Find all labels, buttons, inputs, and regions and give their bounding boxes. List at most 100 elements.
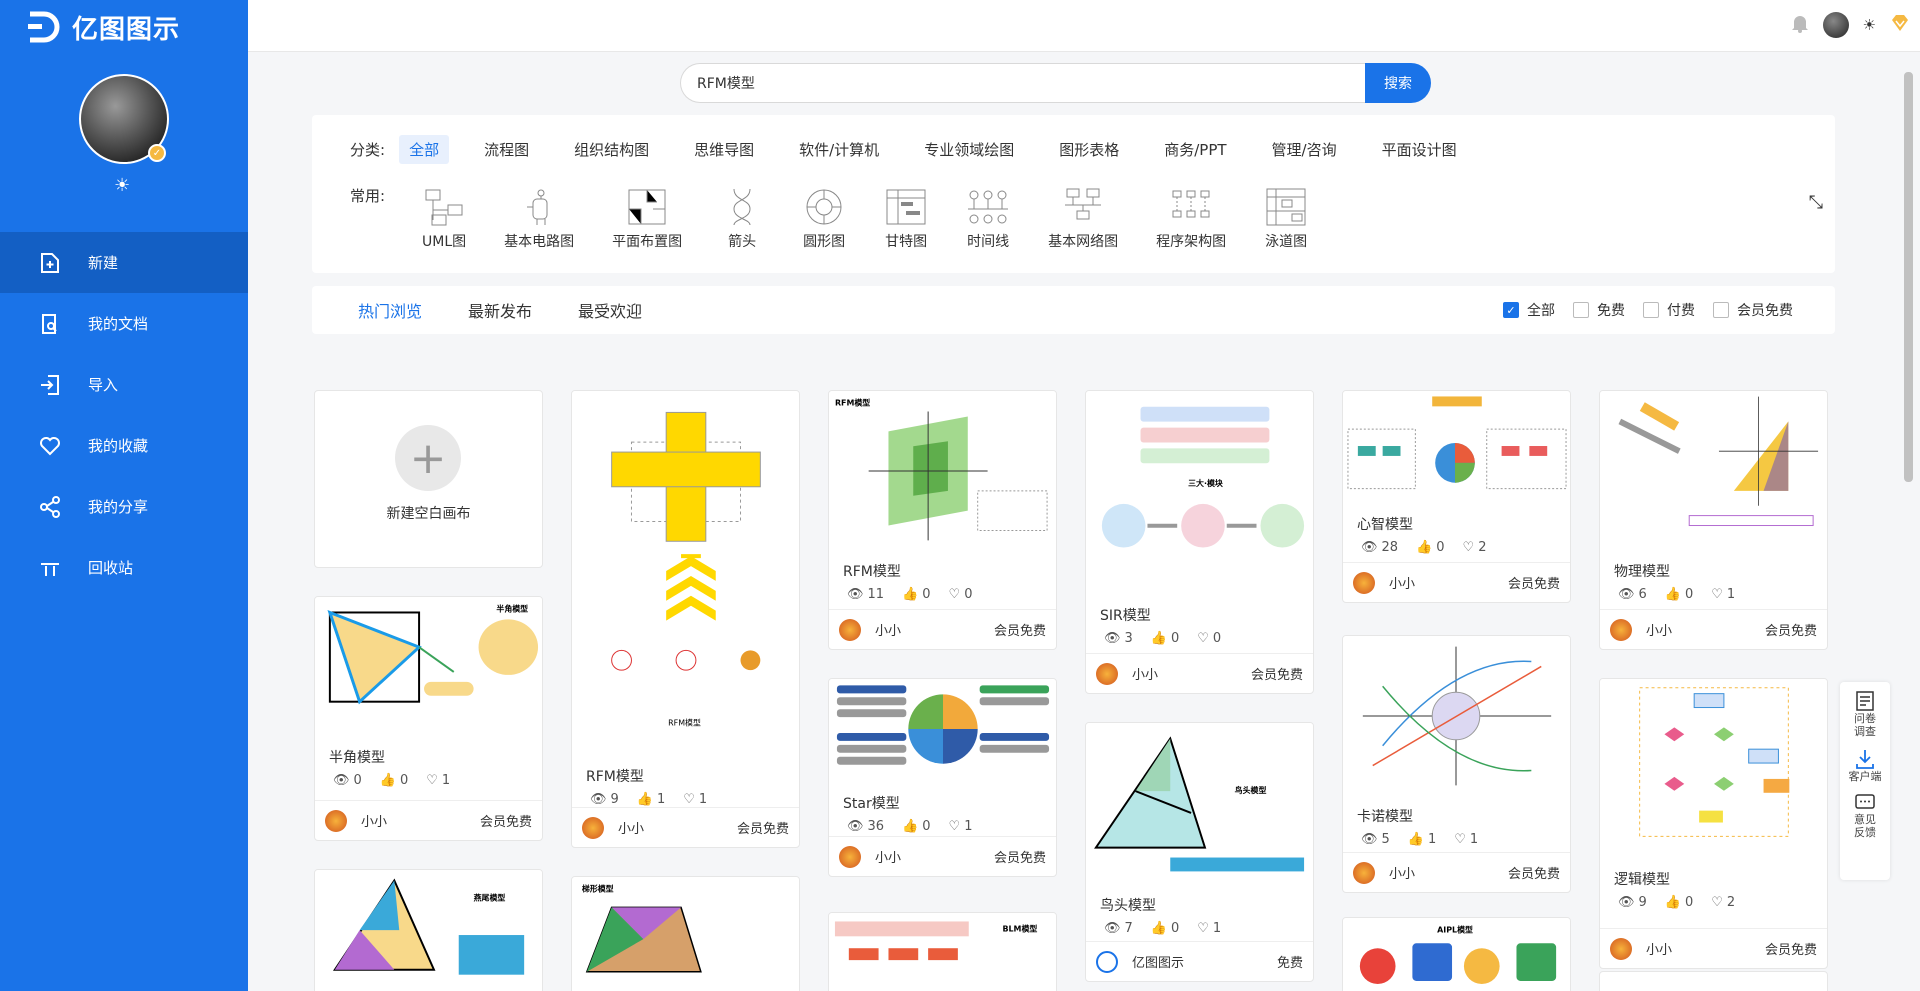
heart-outline-icon: ♡: [1711, 895, 1723, 910]
sidebar-item-label: 我的文档: [88, 315, 149, 333]
template-card[interactable]: 梯形模型: [571, 876, 800, 991]
template-thumbnail: 梯形模型: [572, 877, 799, 991]
common-gantt[interactable]: 甘特图: [884, 187, 928, 251]
common-circuit[interactable]: 基本电路图: [504, 187, 574, 251]
trash-icon: [38, 556, 62, 580]
category-all[interactable]: 全部: [399, 135, 450, 164]
sidebar-item-trash[interactable]: 回收站: [0, 537, 248, 598]
template-card[interactable]: BLM模型: [828, 912, 1057, 991]
category-graphic-table[interactable]: 图形表格: [1049, 135, 1129, 164]
template-card[interactable]: 物理模型 👁 6 👍 0 ♡ 1 小小 会员免费: [1599, 390, 1828, 650]
common-arrow[interactable]: 箭头: [720, 187, 764, 251]
template-card[interactable]: 卡诺模型 👁 5 👍 1 ♡ 1 小小 会员免费: [1342, 635, 1571, 893]
card-footer: 小小 会员免费: [1343, 562, 1570, 602]
vip-diamond-icon[interactable]: [1890, 14, 1910, 36]
sidebar-item-import[interactable]: 导入: [0, 354, 248, 415]
survey-icon: [1856, 691, 1874, 711]
search-input[interactable]: [680, 63, 1365, 103]
common-timeline[interactable]: 时间线: [966, 187, 1010, 251]
price-tag: 会员免费: [1764, 943, 1817, 958]
common-name: 平面布置图: [612, 234, 683, 250]
checkbox[interactable]: [1713, 302, 1729, 318]
sidebar: 亿图图示 ✓ ☀ 新建 我的文档 导入 我的收藏 我的分享 回收站: [0, 0, 248, 991]
sidebar-item-new[interactable]: 新建: [0, 232, 248, 293]
template-card[interactable]: AIPL模型: [1342, 917, 1571, 991]
category-mind-map[interactable]: 思维导图: [684, 135, 764, 164]
share-icon: [38, 495, 62, 519]
category-management[interactable]: 管理/咨询: [1262, 135, 1347, 164]
common-name: 箭头: [728, 234, 757, 250]
circle-diagram-icon: [806, 189, 842, 225]
template-card[interactable]: 半角模型 半角模型 👁 0 👍 0 ♡ 1 小小 会员免费: [314, 596, 543, 841]
template-card[interactable]: 鸟头模型 鸟头模型 👁 7 👍 0 ♡ 1 亿图图示 免费: [1085, 722, 1314, 982]
template-card[interactable]: 燕尾模型: [314, 869, 543, 991]
filter-free[interactable]: 免费: [1573, 300, 1625, 320]
template-thumbnail: 燕尾模型: [315, 870, 542, 991]
author-name: 小小: [1389, 577, 1416, 592]
template-card[interactable]: Star模型 👁 36 👍 0 ♡ 1 小小 会员免费: [828, 678, 1057, 877]
sun-icon[interactable]: ☀: [114, 175, 130, 196]
price-tag: 会员免费: [1250, 668, 1303, 683]
sidebar-item-share[interactable]: 我的分享: [0, 476, 248, 537]
download-icon: [1856, 750, 1874, 769]
common-uml[interactable]: UML图: [422, 187, 466, 251]
heart-outline-icon: ♡: [948, 819, 961, 834]
template-card[interactable]: 逻辑模型 👁 9 👍 0 ♡ 2 小小 会员免费: [1599, 678, 1828, 969]
survey-button[interactable]: 问卷调查: [1852, 690, 1878, 738]
template-card[interactable]: 三大·模块 SIR模型 👁 3 👍 0 ♡ 0 小小 会员免费: [1085, 390, 1314, 694]
search-button[interactable]: 搜索: [1365, 63, 1431, 103]
thumb-up-icon: 👍: [1664, 895, 1681, 910]
new-blank-canvas-card[interactable]: + 新建空白画布: [314, 390, 543, 568]
sun-icon[interactable]: ☀: [1863, 16, 1876, 34]
template-card[interactable]: 心智模型 👁 28 👍 0 ♡ 2 小小 会员免费: [1342, 390, 1571, 603]
bell-icon[interactable]: [1791, 13, 1809, 37]
thumb-title: 三大·模块: [1188, 478, 1223, 488]
checkbox[interactable]: [1643, 302, 1659, 318]
view-count: 👁 5: [1361, 832, 1390, 847]
common-swimlane[interactable]: 泳道图: [1264, 187, 1308, 251]
author-name: 小小: [1132, 668, 1159, 683]
checkbox[interactable]: [1573, 302, 1589, 318]
app-logo[interactable]: 亿图图示: [26, 8, 180, 46]
common-circle[interactable]: 圆形图: [802, 187, 846, 251]
thumb-title: 梯形模型: [582, 883, 614, 893]
tab-popular[interactable]: 最受欢迎: [578, 298, 642, 322]
common-floorplan[interactable]: 平面布置图: [612, 187, 682, 251]
filter-member-free[interactable]: 会员免费: [1713, 300, 1793, 320]
expand-icon[interactable]: ⤡: [1809, 192, 1823, 213]
tab-hot[interactable]: 热门浏览: [358, 298, 422, 322]
author-name: 小小: [875, 851, 902, 866]
filter-all[interactable]: ✓ 全部: [1503, 300, 1555, 320]
common-label: 常用:: [350, 187, 386, 205]
filter-paid[interactable]: 付费: [1643, 300, 1695, 320]
feedback-button[interactable]: 意见反馈: [1852, 793, 1878, 839]
scrollbar-thumb[interactable]: [1904, 72, 1913, 482]
author-avatar: [1353, 861, 1375, 884]
template-card[interactable]: [1599, 971, 1828, 991]
common-program-architecture[interactable]: 程序架构图: [1156, 187, 1226, 251]
sidebar-item-favorites[interactable]: 我的收藏: [0, 415, 248, 476]
category-graphic-design[interactable]: 平面设计图: [1372, 135, 1467, 164]
page-scrollbar[interactable]: [1902, 60, 1914, 991]
thumb-up-icon: 👍: [1150, 921, 1167, 936]
author-avatar: [1610, 618, 1632, 641]
template-card[interactable]: RFM模型 RFM模型 👁 11 👍 0 ♡ 0 小小 会员免费: [828, 390, 1057, 650]
sidebar-item-documents[interactable]: 我的文档: [0, 293, 248, 354]
circuit-icon: [527, 189, 548, 225]
category-business-ppt[interactable]: 商务/PPT: [1154, 135, 1236, 164]
author-avatar: [1353, 571, 1375, 594]
price-filters: ✓ 全部 免费 付费 会员免费: [1503, 300, 1793, 320]
common-network[interactable]: 基本网络图: [1048, 187, 1118, 251]
top-avatar[interactable]: [1822, 12, 1849, 38]
thumb-up-icon: 👍: [1407, 832, 1424, 847]
category-org-chart[interactable]: 组织结构图: [564, 135, 659, 164]
category-professional[interactable]: 专业领域绘图: [914, 135, 1024, 164]
category-flowchart[interactable]: 流程图: [474, 135, 539, 164]
category-software[interactable]: 软件/计算机: [789, 135, 889, 164]
tab-latest[interactable]: 最新发布: [468, 298, 532, 322]
template-thumbnail: [1600, 391, 1827, 551]
template-card[interactable]: RFM模型 RFM模型 👁 9 👍 1 ♡ 1 小小 会员免费: [571, 390, 800, 848]
checkbox-checked[interactable]: ✓: [1503, 302, 1519, 318]
like-count: 👍 0: [902, 819, 931, 834]
client-download-button[interactable]: 客户端: [1849, 748, 1882, 783]
